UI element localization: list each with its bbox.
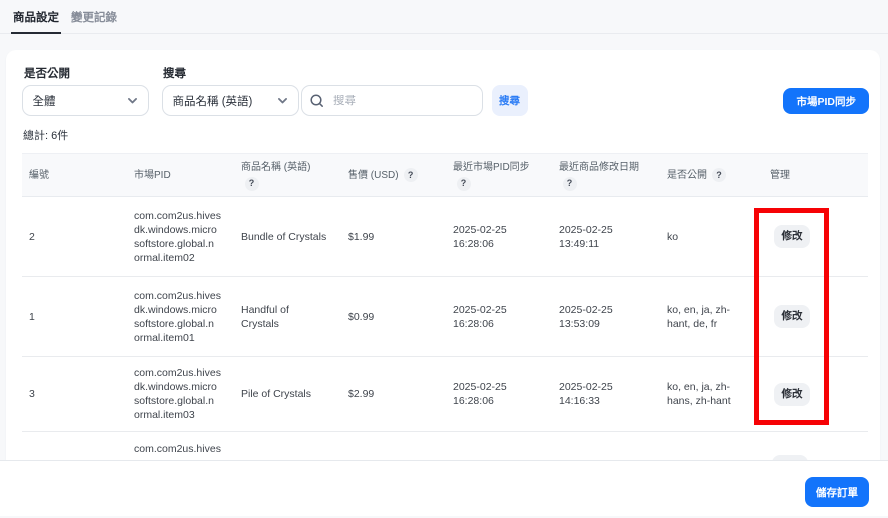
cell-product-name: [234, 432, 341, 460]
products-table: 編號市場PID商品名稱 (英語)?售價 (USD)?最近市場PID同步?最近商品…: [22, 153, 868, 460]
column-label: 是否公開: [667, 168, 707, 183]
cell-number: [22, 432, 127, 460]
search-icon: [310, 94, 324, 108]
edit-button[interactable]: 修改: [774, 305, 810, 328]
column-header-5: 最近商品修改日期?: [552, 154, 660, 196]
product-settings-panel: 是否公開 搜尋 全體 商品名稱 (英語) 搜尋 市場PID同步 總計: 6件 編: [6, 50, 880, 460]
tab-bar: 商品設定 變更記錄: [0, 0, 888, 34]
table-row-0: 2com.com2us.hivesdk.windows.microsoftsto…: [22, 197, 868, 277]
total-count: 總計: 6件: [23, 127, 68, 143]
save-order-button[interactable]: 儲存訂單: [805, 477, 869, 507]
cell-price: $2.99: [341, 357, 446, 431]
column-header-2: 商品名稱 (英語)?: [234, 154, 341, 196]
cell-last-sync: [446, 432, 552, 460]
column-label: 售價 (USD): [348, 168, 399, 183]
table-body: 2com.com2us.hivesdk.windows.microsoftsto…: [22, 197, 868, 460]
table-header-row: 編號市場PID商品名稱 (英語)?售價 (USD)?最近市場PID同步?最近商品…: [22, 153, 868, 197]
column-label: 管理: [770, 168, 790, 183]
edit-button[interactable]: 修改: [774, 383, 810, 406]
search-field-select-value: 商品名稱 (英語): [173, 93, 253, 109]
column-header-1: 市場PID: [127, 154, 234, 196]
cell-last-sync: 2025-02-2516:28:06: [446, 197, 552, 276]
table-row-2: 3com.com2us.hivesdk.windows.microsoftsto…: [22, 357, 868, 432]
help-icon[interactable]: ?: [457, 177, 471, 191]
help-icon[interactable]: ?: [404, 168, 418, 182]
column-header-0: 編號: [22, 154, 127, 196]
visibility-filter-label: 是否公開: [24, 65, 70, 81]
search-field-select[interactable]: 商品名稱 (英語): [162, 85, 300, 116]
column-label: 編號: [29, 168, 49, 183]
cell-number: 3: [22, 357, 127, 431]
cell-actions: 修改: [763, 357, 868, 431]
help-icon[interactable]: ?: [245, 177, 259, 191]
search-filter-label: 搜尋: [163, 65, 186, 81]
cell-price: $0.99: [341, 277, 446, 356]
table-row-1: 1com.com2us.hivesdk.windows.microsoftsto…: [22, 277, 868, 357]
cell-market-pid: com.com2us.hivesdk.windows.microsoftstor…: [127, 357, 234, 431]
cell-product-name: Pile of Crystals: [234, 357, 341, 431]
tab-change-history[interactable]: 變更記錄: [71, 0, 117, 34]
cell-market-pid: com.com2us.hives: [127, 432, 234, 460]
table-row-3: com.com2us.hives: [22, 432, 868, 460]
cell-visibility-locales: [660, 432, 763, 460]
cell-last-sync: 2025-02-2516:28:06: [446, 277, 552, 356]
search-input[interactable]: [333, 95, 474, 107]
cell-last-modified: 2025-02-2513:53:09: [552, 277, 660, 356]
cell-last-modified: 2025-02-2513:49:11: [552, 197, 660, 276]
product-settings-page: 商品設定 變更記錄 是否公開 搜尋 全體 商品名稱 (英語) 搜尋 市場PID同…: [0, 0, 888, 518]
chevron-down-icon: [277, 95, 288, 106]
visibility-select-value: 全體: [33, 93, 56, 109]
edit-button[interactable]: 修改: [774, 225, 810, 248]
help-icon[interactable]: ?: [563, 177, 577, 191]
cell-actions: 修改: [763, 277, 868, 356]
column-header-7: 管理: [763, 154, 868, 196]
column-label: 市場PID: [134, 168, 171, 183]
cell-actions: 修改: [763, 197, 868, 276]
column-header-3: 售價 (USD)?: [341, 154, 446, 196]
cell-product-name: Handful ofCrystals: [234, 277, 341, 356]
chevron-down-icon: [127, 95, 138, 106]
cell-visibility-locales: ko, en, ja, zh-hans, zh-hant: [660, 357, 763, 431]
cell-last-modified: 2025-02-2514:16:33: [552, 357, 660, 431]
search-input-wrapper: [301, 85, 483, 116]
cell-market-pid: com.com2us.hivesdk.windows.microsoftstor…: [127, 277, 234, 356]
column-header-6: 是否公開?: [660, 154, 763, 196]
cell-number: 1: [22, 277, 127, 356]
visibility-select[interactable]: 全體: [22, 85, 149, 116]
cell-number: 2: [22, 197, 127, 276]
cell-price: [341, 432, 446, 460]
cell-market-pid: com.com2us.hivesdk.windows.microsoftstor…: [127, 197, 234, 276]
column-label: 最近市場PID同步: [453, 160, 530, 175]
search-button[interactable]: 搜尋: [492, 85, 528, 116]
cell-product-name: Bundle of Crystals: [234, 197, 341, 276]
market-pid-sync-button[interactable]: 市場PID同步: [783, 88, 869, 114]
cell-last-modified: [552, 432, 660, 460]
cell-visibility-locales: ko: [660, 197, 763, 276]
cell-visibility-locales: ko, en, ja, zh-hant, de, fr: [660, 277, 763, 356]
tab-product-settings[interactable]: 商品設定: [11, 0, 61, 34]
column-label: 商品名稱 (英語): [241, 160, 310, 175]
cell-price: $1.99: [341, 197, 446, 276]
footer-bar: 儲存訂單: [0, 460, 888, 516]
column-header-4: 最近市場PID同步?: [446, 154, 552, 196]
help-icon[interactable]: ?: [712, 168, 726, 182]
cell-last-sync: 2025-02-2516:28:06: [446, 357, 552, 431]
column-label: 最近商品修改日期: [559, 160, 639, 175]
